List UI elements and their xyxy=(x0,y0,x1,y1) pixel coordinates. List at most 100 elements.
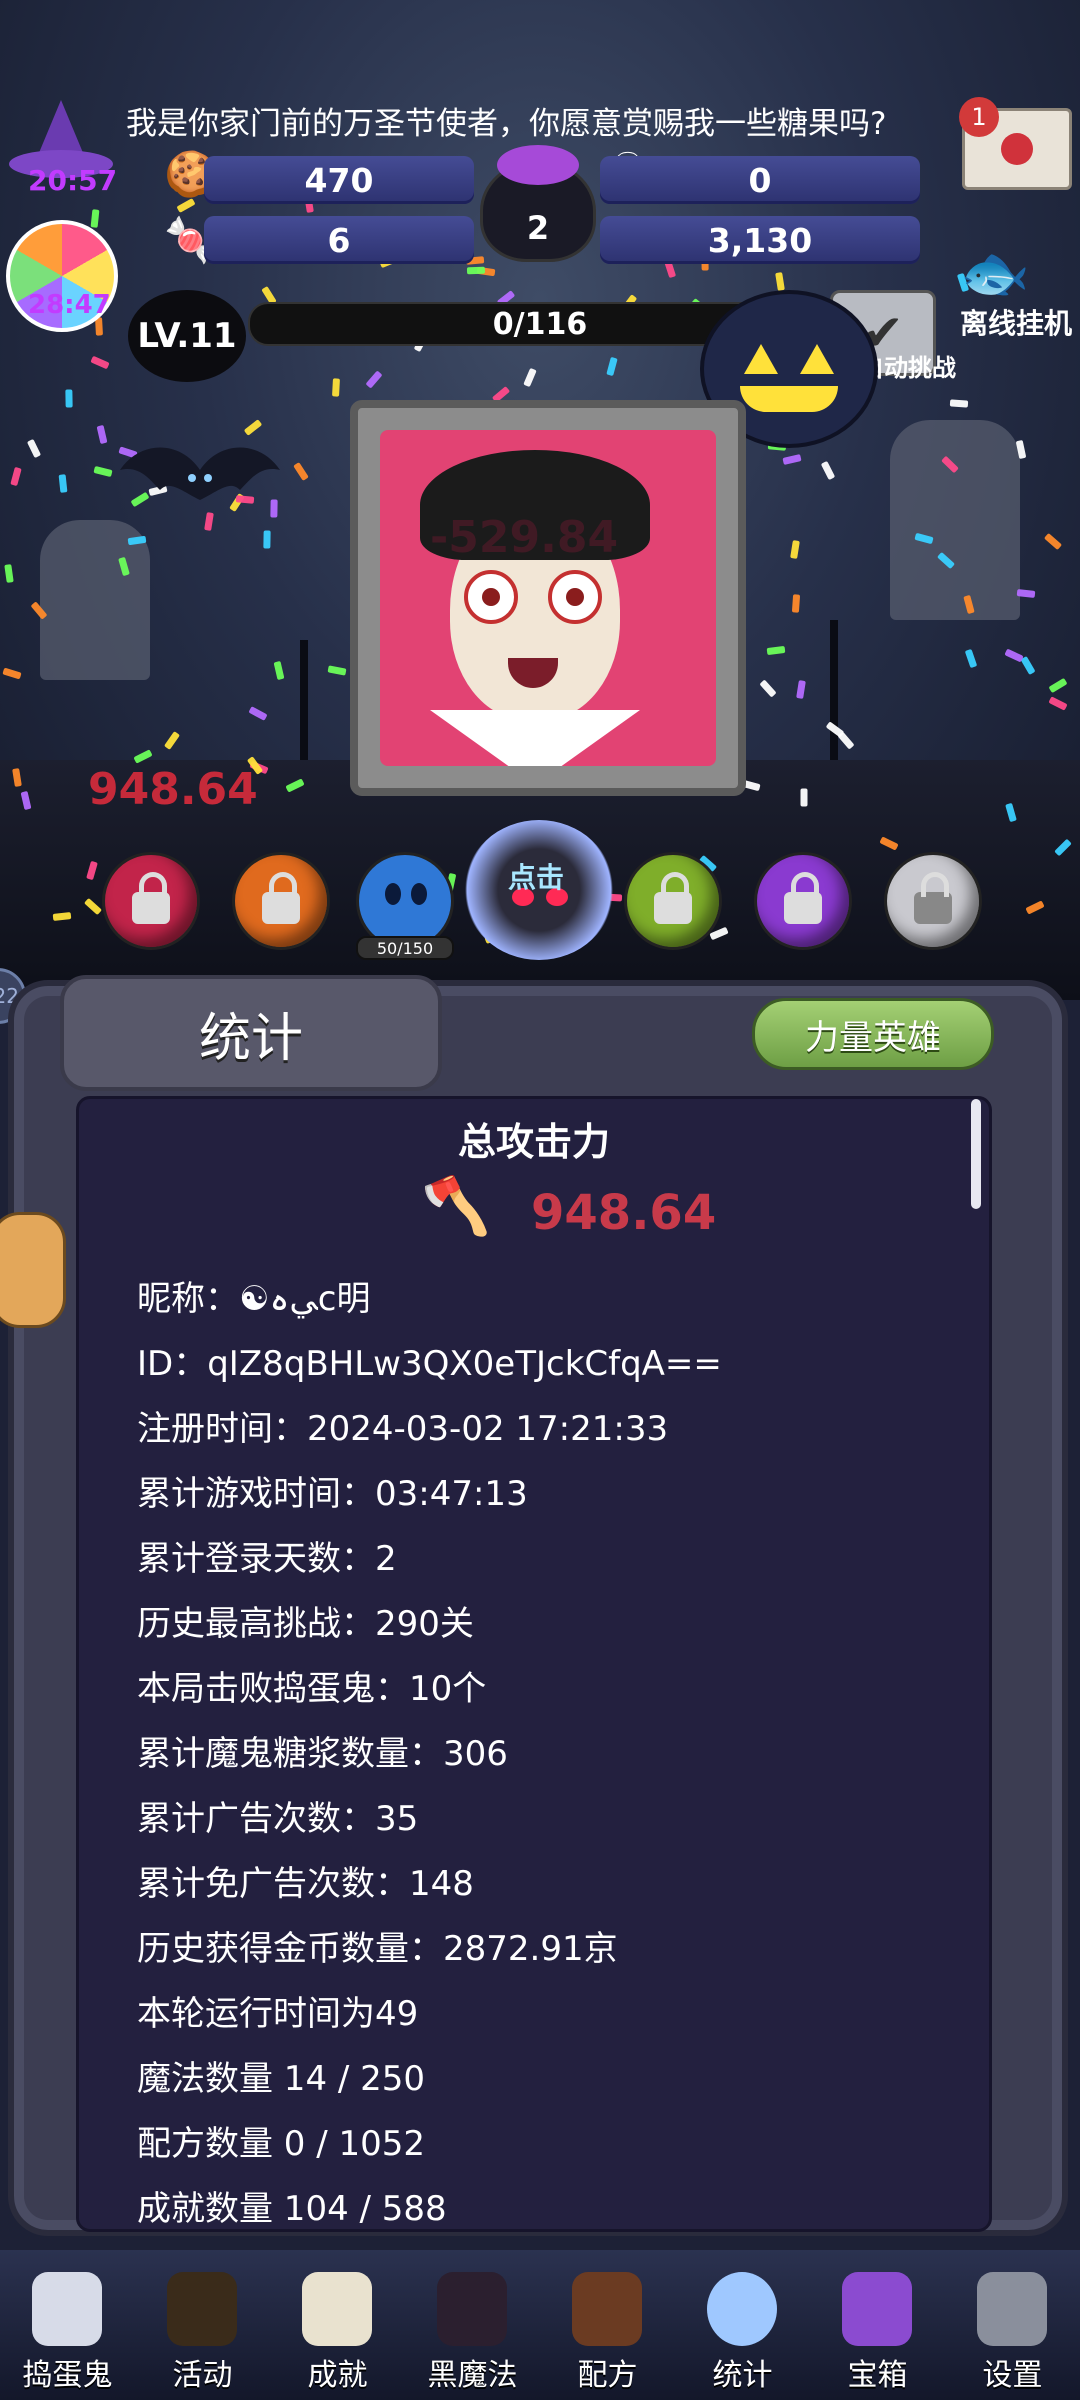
confetti-piece xyxy=(248,706,268,721)
stat-line: 魔法数量 14 / 250 xyxy=(137,2059,426,2099)
orb-capacity: 50/150 xyxy=(356,936,454,960)
confetti-piece xyxy=(90,355,110,370)
total-damage-label: 948.64 xyxy=(88,764,258,815)
candy-bag-counter: 6 xyxy=(204,216,474,264)
stat-line: 本轮运行时间为49 xyxy=(137,1994,419,2034)
stat-line: 累计免广告次数：148 xyxy=(137,1864,474,1904)
locked-skill-orb-orange[interactable] xyxy=(232,852,330,950)
stat-line: 累计游戏时间：03:47:13 xyxy=(137,1474,528,1514)
nav-label: 配方 xyxy=(577,2358,638,2393)
stat-line: 历史获得金币数量：2872.91京 xyxy=(137,1929,618,1969)
gear-icon xyxy=(977,2272,1047,2346)
nav-label: 宝箱 xyxy=(847,2358,908,2393)
nav-item-2[interactable]: 成就 xyxy=(270,2250,405,2400)
confetti-piece xyxy=(523,367,537,388)
lock-icon xyxy=(132,872,170,924)
nav-item-6[interactable]: 宝箱 xyxy=(810,2250,945,2400)
nav-label: 活动 xyxy=(172,2358,233,2393)
lock-icon xyxy=(654,872,692,924)
confetti-piece xyxy=(273,660,285,681)
confetti-piece xyxy=(176,198,196,213)
demon-icon xyxy=(437,2272,507,2346)
lock-icon xyxy=(262,872,300,924)
locked-skill-orb-purple[interactable] xyxy=(754,852,852,950)
cauldron-counter: 2 xyxy=(526,209,550,247)
mail-button[interactable]: 1 xyxy=(959,97,1072,190)
stat-line: 注册时间：2024-03-02 17:21:33 xyxy=(137,1409,669,1449)
locked-skill-orb-green[interactable] xyxy=(624,852,722,950)
nav-item-0[interactable]: 捣蛋鬼 xyxy=(0,2250,135,2400)
confetti-piece xyxy=(10,466,22,487)
confetti-piece xyxy=(796,680,806,699)
cauldron-icon[interactable]: 2 xyxy=(480,145,596,262)
stat-line: 累计魔鬼糖浆数量：306 xyxy=(137,1734,508,1774)
nav-item-5[interactable]: 统计 xyxy=(675,2250,810,2400)
pumpkin-eye xyxy=(744,344,778,374)
confetti-piece xyxy=(964,648,978,669)
candy-bowl-icon xyxy=(167,2272,237,2346)
stats-list: 昵称：☯ﻲہc明 ID：qIZ8qBHLw3QX0eTJckCfqA== 注册时间：… xyxy=(137,1267,722,2229)
nav-item-1[interactable]: 活动 xyxy=(135,2250,270,2400)
confetti-piece xyxy=(58,474,68,493)
confetti-piece xyxy=(466,266,486,275)
offline-idle-button[interactable]: 离线挂机 xyxy=(960,302,1072,342)
confetti-piece xyxy=(26,438,42,459)
confetti-piece xyxy=(93,465,113,478)
nav-label: 黑魔法 xyxy=(427,2358,518,2393)
confetti-piece xyxy=(766,645,786,656)
confetti-piece xyxy=(949,399,969,408)
cookies-counter: 470 xyxy=(204,156,474,204)
nav-label: 设置 xyxy=(982,2358,1043,2393)
level-badge: LV.11 xyxy=(128,290,246,382)
total-attack-value: 948.64 xyxy=(531,1185,717,1241)
ghost-icon xyxy=(32,2272,102,2346)
nav-item-4[interactable]: 配方 xyxy=(540,2250,675,2400)
confetti-piece xyxy=(365,370,383,389)
stat-line: 成就数量 104 / 588 xyxy=(137,2189,447,2229)
locked-skill-orb-red[interactable] xyxy=(102,852,200,950)
confetti-piece xyxy=(782,454,802,465)
glove-icon[interactable] xyxy=(0,1212,66,1328)
stat-line: 历史最高挑战：290关 xyxy=(137,1604,474,1644)
confetti-piece xyxy=(65,389,73,408)
panel-title: 统计 xyxy=(60,975,442,1091)
fish-bone-icon[interactable]: 🐟 xyxy=(960,240,1030,306)
nav-label: 捣蛋鬼 xyxy=(22,2358,113,2393)
book-icon xyxy=(572,2272,642,2346)
stat-line: 累计登录天数：2 xyxy=(137,1539,397,1579)
treasure-chest-icon xyxy=(842,2272,912,2346)
stat-line: 昵称：☯ﻲہc明 xyxy=(137,1279,371,1319)
stat-line: 累计广告次数：35 xyxy=(137,1799,419,1839)
confetti-piece xyxy=(332,378,340,397)
confetti-piece xyxy=(293,462,309,481)
enemy-portrait-inner xyxy=(380,430,716,766)
skull-icon xyxy=(302,2272,372,2346)
confetti-piece xyxy=(1043,532,1063,551)
confetti-piece xyxy=(791,594,801,613)
locked-skill-orb-white[interactable] xyxy=(884,852,982,950)
stats-content[interactable]: 总攻击力 🪓 948.64 昵称：☯ﻲہc明 ID：qIZ8qBHLw3QX0eT… xyxy=(76,1096,992,2232)
strength-hero-button[interactable]: 力量英雄 xyxy=(752,998,994,1070)
skull-potion-counter: 0 xyxy=(600,156,920,204)
confetti-piece xyxy=(2,667,22,680)
floating-damage: -529.84 xyxy=(430,512,619,563)
stat-line: ID：qIZ8qBHLw3QX0eTJckCfqA== xyxy=(137,1344,722,1384)
tap-label: 点击 xyxy=(508,861,565,894)
wax-seal-icon xyxy=(1001,133,1033,165)
enemy-portrait[interactable] xyxy=(350,400,746,796)
crystal-ball-icon xyxy=(707,2272,777,2346)
vampire-eye xyxy=(464,570,518,624)
vampire-collar xyxy=(430,710,640,766)
confetti-piece xyxy=(606,356,618,377)
candy-corn-counter: 3,130 xyxy=(600,216,920,264)
confetti-piece xyxy=(96,424,108,445)
lock-icon xyxy=(914,872,952,924)
confetti-piece xyxy=(759,679,777,698)
pumpkin-eye xyxy=(800,344,834,374)
nav-label: 统计 xyxy=(712,2358,773,2393)
nav-label: 成就 xyxy=(307,2358,368,2393)
axe-icon: 🪓 xyxy=(421,1174,491,1239)
nav-item-7[interactable]: 设置 xyxy=(945,2250,1080,2400)
vampire-eye xyxy=(548,570,602,624)
nav-item-3[interactable]: 黑魔法 xyxy=(405,2250,540,2400)
